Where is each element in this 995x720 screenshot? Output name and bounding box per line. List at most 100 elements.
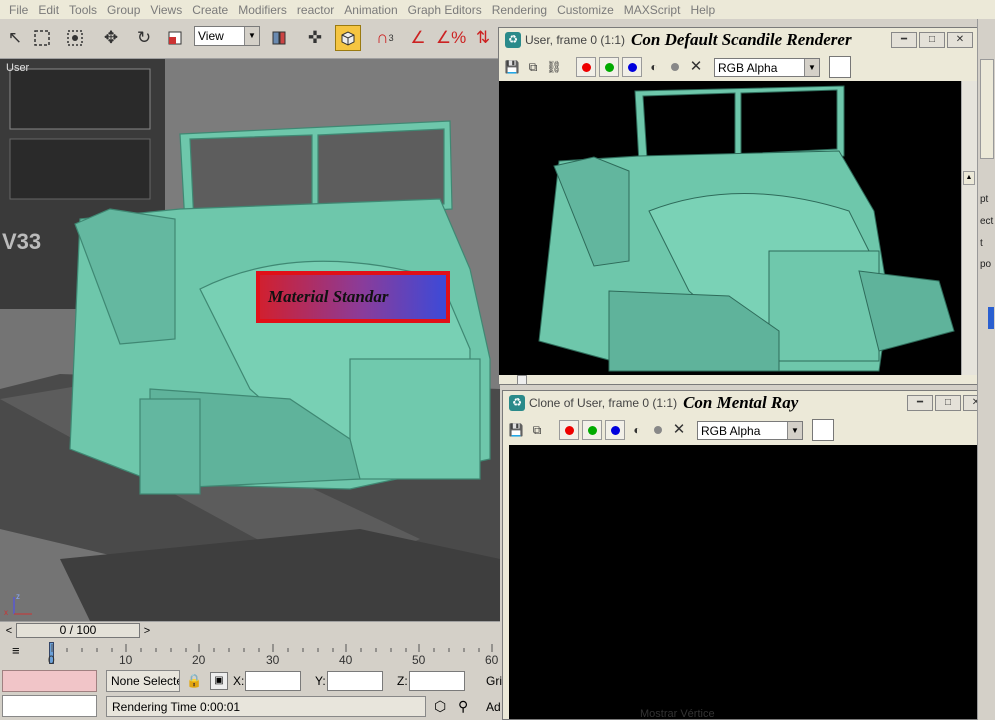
tick-label: 0: [48, 653, 55, 667]
render-canvas: [499, 81, 961, 375]
track-bar[interactable]: ≡ 0 10 20 30 40 50 60: [0, 640, 500, 667]
scale-icon[interactable]: [162, 25, 188, 51]
z-coordinate-input[interactable]: [409, 671, 465, 691]
bottom-text-fragment: Mostrar Vértice: [640, 708, 715, 720]
clone-icon[interactable]: ⧉: [528, 421, 546, 439]
percent-snap-icon[interactable]: ∠%: [436, 25, 466, 51]
save-icon[interactable]: 💾: [507, 421, 525, 439]
monochrome-icon[interactable]: ◐: [628, 421, 646, 439]
rendered-frame-window-default[interactable]: ♻ User, frame 0 (1:1) Con Default Scandi…: [498, 27, 978, 385]
render-cube-icon[interactable]: ⬡: [434, 698, 446, 715]
selection-status: None Selecte: [106, 670, 180, 692]
max-logo-icon: ♻: [505, 32, 521, 48]
command-panel-scroll[interactable]: [980, 59, 994, 159]
command-panel: pt ect t po: [977, 19, 995, 720]
window-title: User, frame 0 (1:1): [525, 33, 626, 47]
menu-reactor[interactable]: reactor: [292, 3, 339, 17]
snap-icon[interactable]: ∩ 3: [372, 25, 398, 51]
close-button[interactable]: ✕: [947, 32, 973, 48]
menu-file[interactable]: File: [4, 3, 33, 17]
red-channel-button[interactable]: [576, 57, 596, 77]
time-slider[interactable]: < 0 / 100 >: [0, 621, 500, 639]
menu-maxscript[interactable]: MAXScript: [619, 3, 686, 17]
absolute-mode-icon[interactable]: ▣: [210, 672, 228, 690]
blue-channel-button[interactable]: [622, 57, 642, 77]
print-icon[interactable]: ⛓: [545, 58, 563, 76]
y-label: Y:: [315, 674, 326, 688]
user-viewport[interactable]: V33 User Material Standar z x: [0, 59, 500, 621]
region-select-icon[interactable]: [29, 25, 55, 51]
render-teapot-icon[interactable]: [335, 25, 361, 51]
angle-snap-icon[interactable]: ∠: [405, 25, 431, 51]
vertical-scrollbar[interactable]: ▲: [961, 81, 977, 375]
menu-group[interactable]: Group: [102, 3, 145, 17]
save-icon[interactable]: 💾: [503, 58, 521, 76]
clear-icon[interactable]: ✕: [687, 58, 705, 76]
svg-text:x: x: [4, 608, 8, 617]
material-label-text: Material Standar: [260, 275, 446, 319]
tick-label: 20: [192, 653, 206, 667]
minimize-button[interactable]: ━: [891, 32, 917, 48]
green-channel-button[interactable]: [599, 57, 619, 77]
channel-select[interactable]: RGB Alpha ▼: [697, 420, 803, 440]
maximize-button[interactable]: □: [919, 32, 945, 48]
maximize-button[interactable]: □: [935, 395, 961, 411]
menu-animation[interactable]: Animation: [339, 3, 402, 17]
pivot-icon[interactable]: [266, 25, 292, 51]
reference-coordinate-select[interactable]: View ▼: [194, 26, 260, 46]
select-arrow-icon[interactable]: ↖: [2, 25, 28, 51]
render-canvas: [509, 445, 977, 719]
minimize-button[interactable]: ━: [907, 395, 933, 411]
maxscript-listener-mini[interactable]: [2, 670, 97, 692]
clear-icon[interactable]: ✕: [670, 421, 688, 439]
blue-channel-button[interactable]: [605, 420, 625, 440]
select-filter-icon[interactable]: [62, 25, 88, 51]
horizontal-scroll-thumb[interactable]: [517, 375, 527, 385]
channel-select[interactable]: RGB Alpha ▼: [714, 57, 820, 77]
key-icon[interactable]: ⚲: [458, 698, 468, 715]
axis-gizmo-icon: z x: [4, 592, 32, 617]
maxscript-input-mini[interactable]: [2, 695, 97, 717]
alpha-icon[interactable]: [666, 58, 684, 76]
rendered-frame-window-mental-ray[interactable]: ♻ Clone of User, frame 0 (1:1) Con Menta…: [502, 390, 994, 720]
viewport-label[interactable]: User: [6, 62, 29, 74]
tick-label: 60: [485, 653, 499, 667]
menu-help[interactable]: Help: [685, 3, 720, 17]
command-panel-text: pt: [980, 194, 989, 205]
command-panel-accent: [988, 307, 994, 329]
menu-modifiers[interactable]: Modifiers: [233, 3, 292, 17]
alpha-icon[interactable]: [649, 421, 667, 439]
color-swatch[interactable]: [829, 56, 851, 78]
renderer-caption: Con Mental Ray: [683, 393, 799, 412]
window-titlebar[interactable]: ♻ Clone of User, frame 0 (1:1) Con Menta…: [503, 391, 993, 415]
chevron-down-icon: ▼: [787, 421, 802, 439]
x-coordinate-input[interactable]: [245, 671, 301, 691]
move-icon[interactable]: ✥: [98, 25, 124, 51]
clone-icon[interactable]: ⧉: [524, 58, 542, 76]
monochrome-icon[interactable]: ◐: [645, 58, 663, 76]
window-title: Clone of User, frame 0 (1:1): [529, 396, 678, 410]
red-channel-button[interactable]: [559, 420, 579, 440]
menu-rendering[interactable]: Rendering: [487, 3, 552, 17]
menu-customize[interactable]: Customize: [552, 3, 619, 17]
time-slider-thumb[interactable]: 0 / 100: [16, 623, 140, 638]
rotate-icon[interactable]: ↻: [131, 25, 157, 51]
time-next-button[interactable]: >: [140, 624, 154, 638]
color-swatch[interactable]: [812, 419, 834, 441]
menu-edit[interactable]: Edit: [33, 3, 64, 17]
y-coordinate-input[interactable]: [327, 671, 383, 691]
lock-icon[interactable]: 🔒: [186, 673, 202, 689]
window-titlebar[interactable]: ♻ User, frame 0 (1:1) Con Default Scandi…: [499, 28, 977, 52]
time-prev-button[interactable]: <: [2, 624, 16, 638]
menu-bar: File Edit Tools Group Views Create Modif…: [0, 0, 995, 19]
track-ticks: [51, 644, 493, 652]
menu-graph-editors[interactable]: Graph Editors: [403, 3, 487, 17]
frame-toolbar: 💾 ⧉ ⛓ ◐ ✕ RGB Alpha ▼: [499, 53, 977, 81]
mirror-icon[interactable]: ✜: [302, 25, 328, 51]
menu-tools[interactable]: Tools: [64, 3, 102, 17]
scroll-thumb[interactable]: ▲: [963, 171, 975, 185]
menu-views[interactable]: Views: [145, 3, 187, 17]
spinner-snap-icon[interactable]: ⇅: [470, 25, 496, 51]
green-channel-button[interactable]: [582, 420, 602, 440]
menu-create[interactable]: Create: [187, 3, 233, 17]
